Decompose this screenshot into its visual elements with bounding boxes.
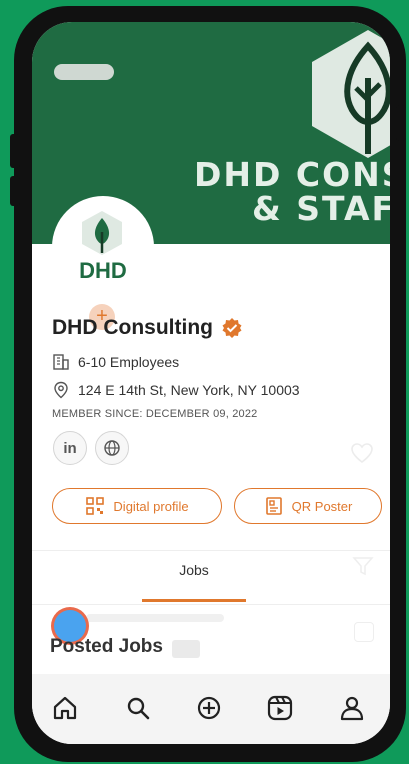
company-name-row: DHD Consulting xyxy=(52,316,243,340)
poster-icon xyxy=(265,497,282,515)
qr-poster-button[interactable]: QR Poster xyxy=(234,488,382,524)
reels-icon[interactable] xyxy=(266,694,294,722)
app-screen: DHD CONS & STAF DHD + DHD Consulting 6-1… xyxy=(32,22,390,744)
placeholder-bar xyxy=(86,614,224,622)
address-text: 124 E 14th St, New York, NY 10003 xyxy=(78,382,300,398)
home-icon[interactable] xyxy=(51,694,79,722)
active-tab-indicator xyxy=(142,599,246,602)
checkbox-placeholder xyxy=(354,622,374,642)
employees-count: 6-10 Employees xyxy=(78,354,180,370)
website-button[interactable] xyxy=(95,431,129,465)
heart-icon[interactable] xyxy=(350,442,374,464)
bottom-navigation xyxy=(32,674,390,744)
filter-icon[interactable] xyxy=(352,556,374,576)
employees-row: 6-10 Employees xyxy=(52,353,179,371)
phone-side-button xyxy=(396,105,406,141)
building-icon xyxy=(53,354,69,370)
member-since: MEMBER SINCE: DECEMBER 09, 2022 xyxy=(52,408,258,420)
globe-icon xyxy=(104,440,120,456)
verified-badge-icon xyxy=(222,318,242,338)
qr-poster-label: QR Poster xyxy=(291,498,353,514)
location-pin-icon xyxy=(54,381,68,399)
address-row: 124 E 14th St, New York, NY 10003 xyxy=(52,381,300,399)
banner-title-line2: & STAF xyxy=(252,189,390,228)
avatar-label: DHD xyxy=(79,258,127,283)
tree-logo-icon xyxy=(82,211,122,255)
section-divider xyxy=(32,550,390,551)
digital-profile-label: Digital profile xyxy=(113,498,189,514)
company-avatar[interactable]: DHD + xyxy=(52,196,154,330)
posted-jobs-count xyxy=(172,640,200,658)
qr-code-icon xyxy=(86,497,105,515)
posted-jobs-heading: Posted Jobs xyxy=(50,636,163,657)
tree-logo-icon xyxy=(312,30,390,158)
status-pill xyxy=(54,64,114,80)
add-icon[interactable] xyxy=(195,694,223,722)
linkedin-button[interactable]: in xyxy=(53,431,87,465)
search-icon[interactable] xyxy=(124,694,152,722)
company-name: DHD Consulting xyxy=(52,316,213,339)
profile-icon[interactable] xyxy=(338,694,366,722)
linkedin-icon: in xyxy=(63,439,77,457)
banner-title: DHD CONS & STAF xyxy=(194,155,390,229)
digital-profile-button[interactable]: Digital profile xyxy=(52,488,222,524)
phone-side-button xyxy=(10,176,20,206)
tab-jobs[interactable]: Jobs xyxy=(142,562,246,578)
section-divider xyxy=(32,604,390,605)
phone-side-button xyxy=(10,134,20,168)
